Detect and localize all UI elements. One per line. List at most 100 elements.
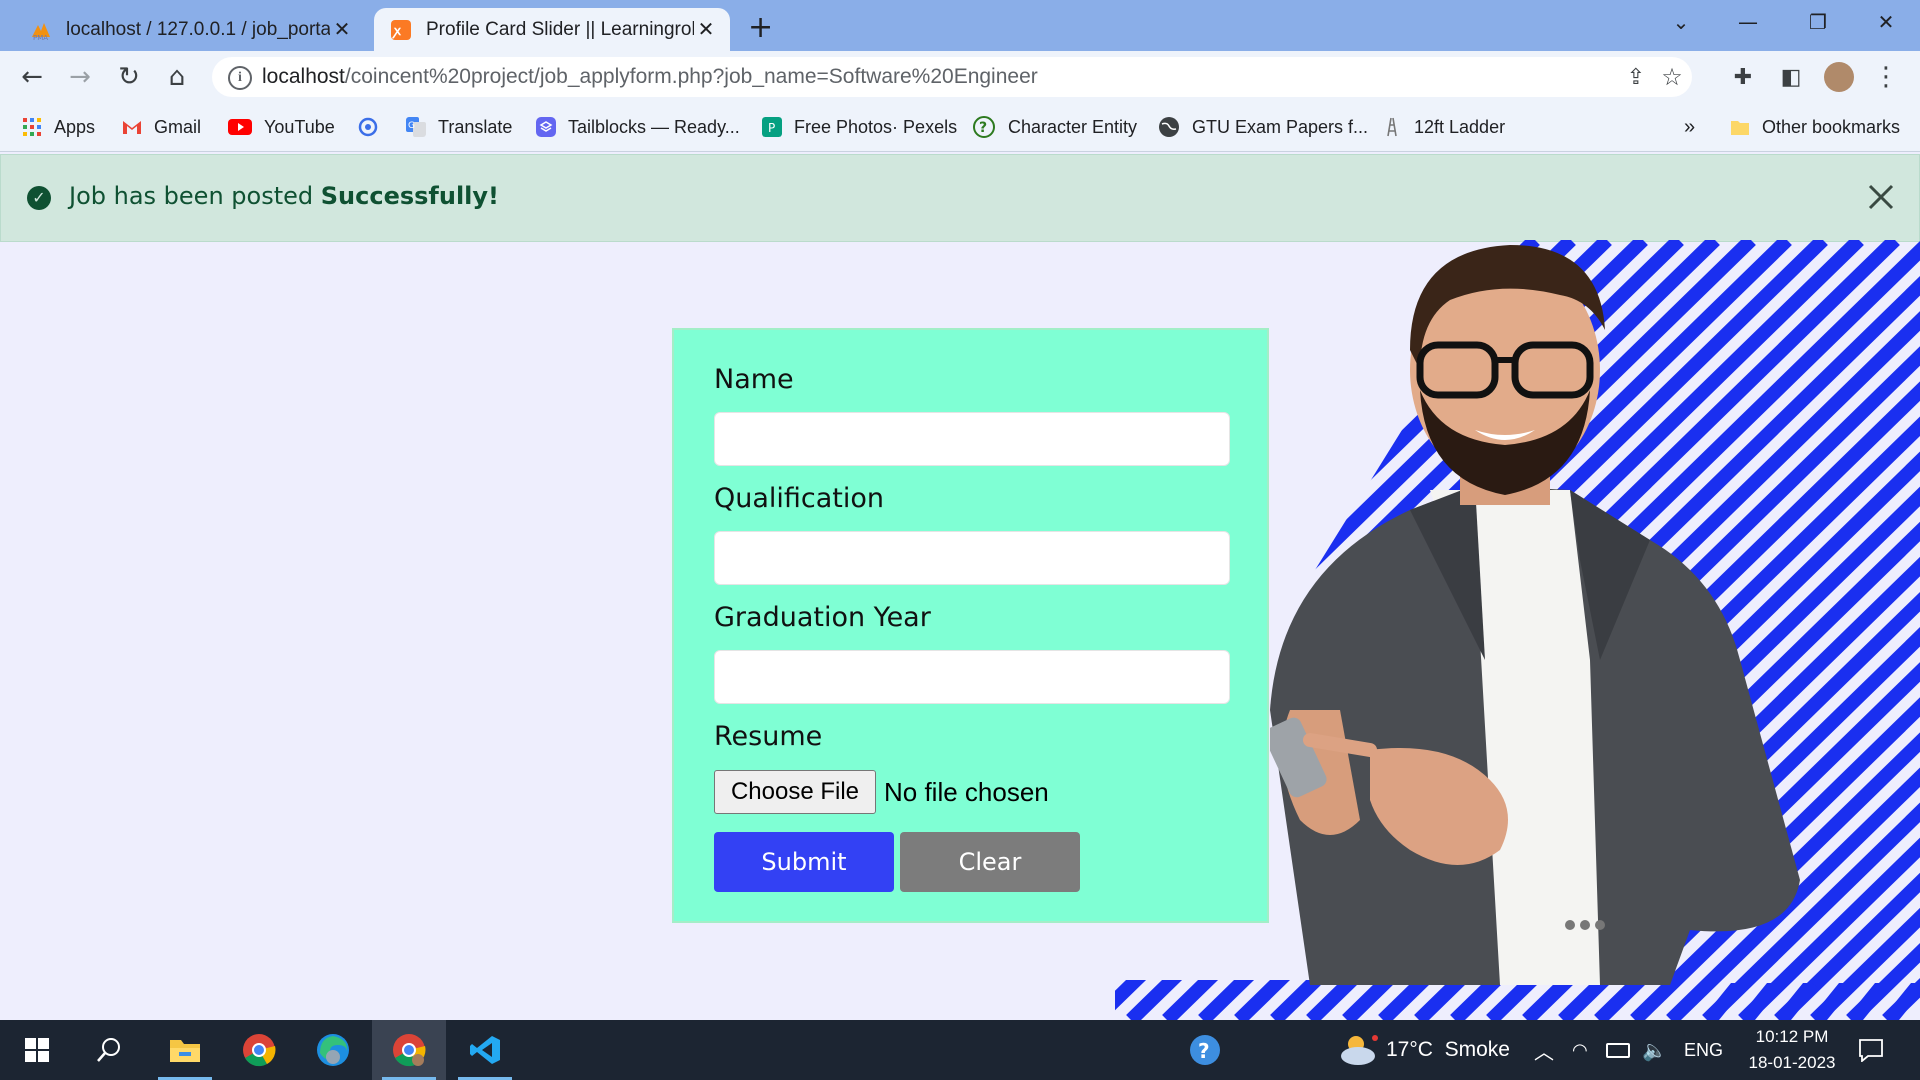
back-icon[interactable]: ← (12, 51, 52, 103)
bookmark-label: GTU Exam Papers f... (1192, 116, 1369, 137)
bookmark-apps[interactable]: Apps (22, 103, 95, 151)
check-circle-icon: ✓ (27, 186, 51, 210)
share-icon[interactable]: ⇪ (1616, 51, 1656, 103)
bookmark-label: Gmail (154, 116, 202, 137)
close-window-icon[interactable]: ✕ (1851, 0, 1920, 44)
clock[interactable]: 10:12 PM 18-01-2023 (1742, 1020, 1842, 1080)
bookmark-translate[interactable]: G Translate (406, 103, 512, 151)
site-info-icon[interactable]: i (228, 66, 252, 90)
youtube-icon (228, 119, 252, 135)
bookmarks-overflow-icon[interactable]: » (1684, 103, 1695, 151)
edge-icon[interactable] (296, 1020, 370, 1080)
side-panel-icon[interactable]: ◧ (1771, 51, 1811, 103)
submit-button[interactable]: Submit (714, 832, 894, 892)
svg-text:?: ? (1198, 1039, 1210, 1063)
start-windows-icon[interactable] (0, 1020, 74, 1080)
question-circle-icon: ? (973, 116, 995, 138)
decorative-stripes-bottom (1704, 983, 1920, 1020)
chrome-icon[interactable] (222, 1020, 296, 1080)
home-icon[interactable]: ⌂ (157, 51, 197, 103)
bookmarks-bar: Apps Gmail YouTube G Translate Tailblock… (0, 103, 1920, 152)
time-text: 10:12 PM (1755, 1027, 1829, 1046)
weather-text: 17°C Smoke (1386, 1038, 1510, 1061)
minimize-icon[interactable]: — (1713, 0, 1783, 44)
gmail-icon (123, 121, 141, 134)
choose-file-button[interactable]: Choose File (714, 770, 876, 814)
bookmark-label: Tailblocks — Ready... (568, 116, 740, 137)
tab-close-icon[interactable]: ✕ (330, 17, 354, 42)
forward-icon[interactable]: → (60, 51, 100, 103)
qualification-input[interactable] (714, 531, 1230, 585)
tray-chevron-icon[interactable]: ︿ (1534, 1020, 1554, 1080)
globe-blue-icon (358, 117, 378, 137)
other-bookmarks[interactable]: Other bookmarks (1730, 103, 1900, 151)
tab-title: localhost / 127.0.0.1 / job_portal (66, 18, 330, 40)
svg-text:?: ? (979, 120, 987, 136)
ladder-icon (1387, 117, 1397, 137)
browser-tab-strip: PMA localhost / 127.0.0.1 / job_portal ✕… (0, 0, 1920, 51)
volume-icon[interactable]: 🔈 (1642, 1020, 1667, 1080)
bookmark-label: YouTube (264, 116, 335, 137)
folder-icon (1731, 121, 1749, 135)
browser-toolbar: ← → ↻ ⌂ i localhost/coincent%20project/j… (0, 51, 1920, 103)
battery-icon[interactable] (1606, 1020, 1630, 1080)
tab-search-chevron-icon[interactable]: ⌄ (1646, 0, 1716, 44)
file-status: No file chosen (884, 777, 1049, 807)
bookmark-star-icon[interactable]: ☆ (1652, 51, 1692, 103)
bookmark-pexels[interactable]: P Free Photos· Pexels (762, 103, 957, 151)
bookmark-12ft[interactable]: 12ft Ladder (1382, 103, 1505, 151)
reload-icon[interactable]: ↻ (109, 51, 149, 103)
tailblocks-icon (536, 117, 556, 137)
alert-emphasis: Successfully! (320, 182, 499, 210)
help-icon[interactable]: ? (1168, 1020, 1242, 1080)
restore-icon[interactable]: ❐ (1783, 0, 1853, 44)
graduation-year-label: Graduation Year (714, 602, 931, 633)
search-icon[interactable] (72, 1020, 146, 1080)
bookmark-tailblocks[interactable]: Tailblocks — Ready... (536, 103, 740, 151)
bookmark-label: Translate (438, 116, 513, 137)
bookmark-character-entity[interactable]: ? Character Entity (972, 103, 1137, 151)
bookmark-globe[interactable] (358, 103, 390, 151)
alert-close-icon[interactable] (1861, 177, 1901, 217)
profile-avatar[interactable] (1819, 51, 1859, 103)
translate-icon: G (406, 117, 426, 137)
bookmark-label: Free Photos· Pexels (794, 116, 958, 137)
tab-profile-card-slider[interactable]: ꭗ Profile Card Slider || Learningrobo ✕ (374, 8, 730, 51)
alert-message: Job has been posted Successfully! (69, 182, 499, 210)
bookmark-gmail[interactable]: Gmail (122, 103, 201, 151)
bookmark-label: Character Entity (1008, 116, 1138, 137)
tab-phpmyadmin[interactable]: PMA localhost / 127.0.0.1 / job_portal ✕ (14, 8, 366, 51)
url-host: localhost (262, 65, 345, 88)
weather-cloud-icon (1341, 1035, 1378, 1065)
svg-text:G: G (408, 121, 415, 131)
phpmyadmin-icon: PMA (32, 22, 50, 41)
job-apply-form: Name Qualification Graduation Year Resum… (672, 328, 1269, 923)
bookmark-gtu[interactable]: GTU Exam Papers f... (1158, 103, 1368, 151)
bookmark-youtube[interactable]: YouTube (228, 103, 335, 151)
vscode-icon[interactable] (448, 1020, 522, 1080)
clear-button[interactable]: Clear (900, 832, 1080, 892)
file-explorer-icon[interactable] (148, 1020, 222, 1080)
bookmark-label: 12ft Ladder (1414, 116, 1506, 137)
date-text: 18-01-2023 (1748, 1053, 1836, 1072)
chrome-profile-icon[interactable] (372, 1020, 446, 1080)
address-bar[interactable]: i localhost/coincent%20project/job_apply… (212, 57, 1692, 97)
tab-close-icon[interactable]: ✕ (694, 17, 718, 42)
url-path: /coincent%20project/job_applyform.php?jo… (344, 65, 1038, 88)
new-tab-icon[interactable]: + (748, 10, 773, 45)
graduation-year-input[interactable] (714, 650, 1230, 704)
url-text[interactable]: localhost/coincent%20project/job_applyfo… (262, 65, 1038, 89)
notifications-icon[interactable] (1858, 1020, 1884, 1080)
alert-text: Job has been posted (69, 182, 321, 210)
name-input[interactable] (714, 412, 1230, 466)
xampp-icon: ꭗ (391, 19, 411, 40)
extensions-icon[interactable]: ✚ (1723, 51, 1763, 103)
name-label: Name (714, 364, 794, 395)
menu-kebab-icon[interactable]: ⋮ (1866, 51, 1906, 103)
tab-title: Profile Card Slider || Learningrobo (426, 18, 694, 40)
wifi-icon[interactable]: ◠ (1572, 1020, 1588, 1080)
weather-widget[interactable]: 17°C Smoke (1338, 1020, 1510, 1080)
svg-text:P: P (768, 121, 775, 135)
qualification-label: Qualification (714, 483, 885, 514)
language-indicator[interactable]: ENG (1684, 1020, 1723, 1080)
